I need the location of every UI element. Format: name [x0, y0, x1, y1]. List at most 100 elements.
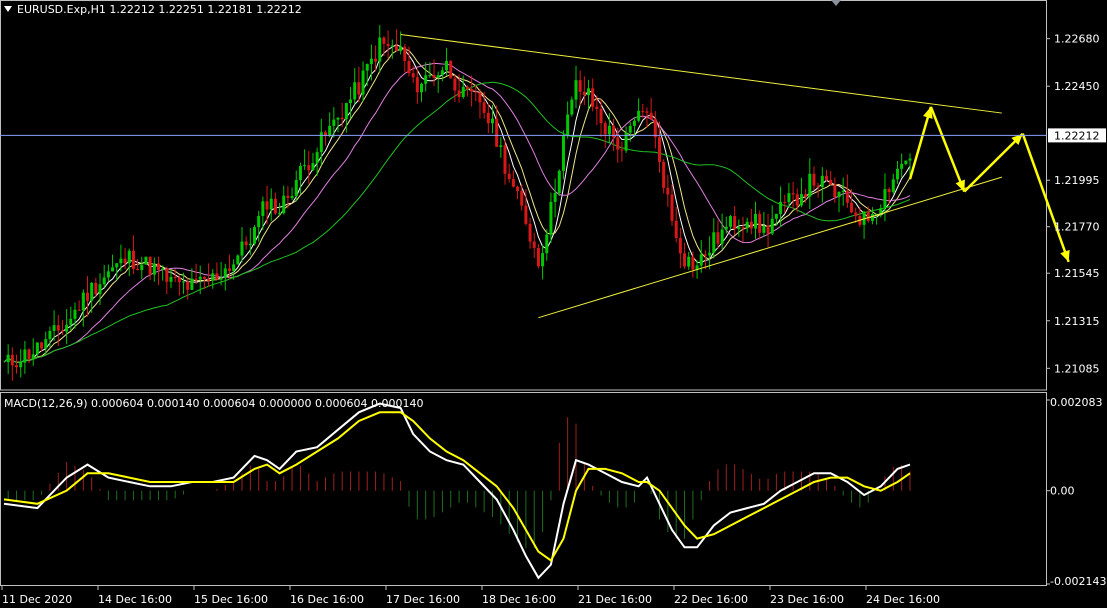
symbol-header[interactable]: EURUSD.Exp,H1 1.22212 1.22251 1.22181 1.…	[4, 3, 302, 16]
candle-body	[357, 82, 361, 95]
candle-body	[390, 45, 394, 47]
candle-body	[186, 281, 190, 290]
candle-body	[490, 118, 494, 124]
macd-tick-label: 0.00	[1050, 485, 1075, 498]
candle-body	[294, 180, 298, 196]
candle-body	[394, 45, 398, 51]
candle-body	[712, 232, 716, 253]
time-tick-label: 16 Dec 16:00	[290, 593, 364, 606]
candle-body	[440, 70, 444, 76]
candle-body	[315, 152, 319, 164]
candle-body	[198, 276, 202, 280]
candle-body	[420, 83, 424, 93]
candle-body	[144, 256, 148, 265]
candle-body	[900, 163, 904, 169]
candle-body	[883, 189, 887, 209]
candle-body	[850, 202, 854, 213]
candle-body	[449, 60, 453, 79]
candle-body	[499, 145, 503, 147]
time-tick-label: 11 Dec 2020	[2, 593, 72, 606]
candle-body	[758, 213, 762, 233]
candle-body	[674, 220, 678, 238]
candle-body	[587, 88, 591, 96]
candle-body	[578, 80, 582, 92]
candle-body	[549, 201, 553, 235]
candle-body	[845, 190, 849, 203]
candle-body	[733, 216, 737, 229]
candle-body	[804, 194, 808, 197]
time-tick-label: 22 Dec 16:00	[674, 593, 748, 606]
candle-body	[461, 86, 465, 98]
candle-body	[728, 216, 732, 227]
candle-body	[215, 273, 219, 280]
candle-body	[754, 213, 758, 229]
candle-body	[616, 137, 620, 150]
candle-body	[127, 250, 131, 264]
price-tick-label: 1.22680	[1054, 33, 1100, 46]
candle-body	[482, 102, 486, 113]
candle-body	[106, 271, 110, 278]
candle-body	[232, 264, 236, 271]
candle-body	[311, 163, 315, 171]
candle-body	[261, 201, 265, 217]
candle-body	[52, 325, 56, 331]
candle-body	[495, 118, 499, 147]
time-tick-label: 21 Dec 16:00	[578, 593, 652, 606]
candle-body	[349, 99, 353, 104]
time-tick-label: 18 Dec 16:00	[482, 593, 556, 606]
price-tick-label: 1.21085	[1054, 362, 1100, 375]
scroll-marker-icon[interactable]	[831, 0, 841, 6]
candle-body	[678, 237, 682, 254]
candle-body	[657, 137, 661, 162]
candle-body	[236, 255, 240, 265]
candle-body	[273, 198, 277, 214]
candle-body	[854, 212, 858, 217]
time-tick-label: 14 Dec 16:00	[98, 593, 172, 606]
candle-body	[223, 268, 227, 278]
candle-body	[824, 175, 828, 180]
candle-body	[662, 161, 666, 188]
dropdown-triangle-icon[interactable]	[4, 6, 12, 12]
candle-body	[511, 179, 515, 187]
candle-body	[98, 284, 102, 295]
candle-body	[190, 278, 194, 290]
candle-body	[795, 194, 799, 206]
candle-body	[895, 168, 899, 180]
candle-body	[173, 277, 177, 279]
candle-body	[737, 227, 741, 229]
candle-body	[240, 241, 244, 256]
price-tick-label: 1.21545	[1054, 267, 1100, 280]
price-tick-label: 1.21315	[1054, 315, 1100, 328]
candle-body	[837, 191, 841, 198]
candle-body	[628, 125, 632, 133]
candle-body	[56, 325, 60, 331]
candle-body	[632, 120, 636, 126]
candle-body	[298, 166, 302, 181]
candle-body	[762, 225, 766, 233]
time-tick-label: 24 Dec 16:00	[866, 593, 940, 606]
candle-body	[432, 74, 436, 78]
candle-body	[111, 267, 115, 272]
price-tick-label: 1.21995	[1054, 174, 1100, 187]
candle-body	[378, 37, 382, 62]
candle-body	[474, 91, 478, 93]
candle-body	[269, 198, 273, 210]
candle-body	[808, 173, 812, 197]
candle-body	[332, 119, 336, 126]
candle-body	[904, 160, 908, 164]
candle-body	[595, 106, 599, 109]
candle-body	[15, 365, 19, 368]
candle-body	[365, 64, 369, 71]
candle-body	[507, 173, 511, 180]
candle-body	[774, 213, 778, 219]
candle-body	[816, 185, 820, 188]
candle-body	[227, 268, 231, 271]
candle-body	[574, 80, 578, 100]
candle-body	[541, 253, 545, 267]
candle-body	[503, 145, 507, 174]
candle-body	[908, 158, 912, 161]
candle-body	[6, 354, 10, 363]
candle-body	[344, 103, 348, 120]
candle-body	[44, 339, 48, 349]
candle-body	[887, 189, 891, 193]
